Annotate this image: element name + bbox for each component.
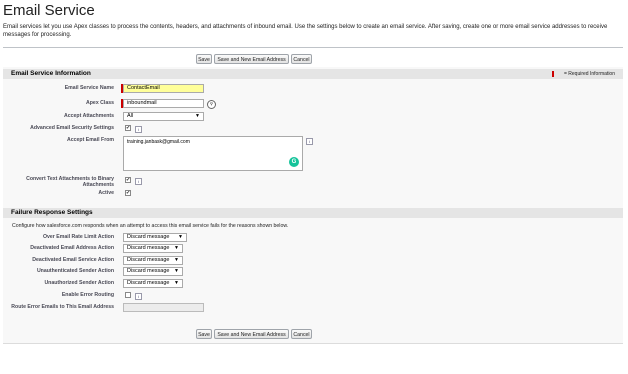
enable-routing-label: Enable Error Routing bbox=[61, 292, 114, 298]
save-and-new-button-bottom[interactable]: Save and New Email Address bbox=[214, 329, 289, 339]
apex-class-label: Apex Class bbox=[86, 100, 114, 106]
convert-attachments-label: Convert Text Attachments to Binary Attac… bbox=[26, 176, 114, 188]
section-header-failure-response: Failure Response Settings bbox=[3, 208, 623, 218]
form-panel bbox=[3, 67, 623, 344]
failure-label: Deactivated Email Address Action bbox=[30, 245, 114, 251]
save-button-bottom[interactable]: Save bbox=[196, 329, 212, 339]
advanced-security-label: Advanced Email Security Settings bbox=[30, 125, 114, 131]
cancel-button-bottom[interactable]: Cancel bbox=[291, 329, 312, 339]
chevron-down-icon: ▼ bbox=[174, 268, 179, 274]
grammarly-icon[interactable]: G bbox=[289, 157, 299, 167]
failure-label: Unauthorized Sender Action bbox=[44, 280, 114, 286]
info-icon: i bbox=[135, 126, 142, 133]
apex-class-input[interactable]: inboundmail bbox=[123, 99, 204, 108]
section-title: Email Service Information bbox=[11, 70, 91, 77]
chevron-down-icon: ▼ bbox=[174, 257, 179, 263]
active-checkbox[interactable]: ✔ bbox=[125, 190, 131, 196]
deactivated-service-select[interactable]: Discard message ▼ bbox=[123, 256, 183, 265]
info-icon: i bbox=[306, 138, 313, 145]
route-to-input bbox=[123, 303, 204, 312]
unauthenticated-sender-select[interactable]: Discard message ▼ bbox=[123, 267, 183, 276]
section-header-service-info: Email Service Information = Required Inf… bbox=[3, 69, 623, 79]
failure-label: Deactivated Email Service Action bbox=[32, 257, 114, 263]
page-title: Email Service bbox=[3, 2, 95, 19]
accept-from-label: Accept Email From bbox=[67, 137, 114, 143]
advanced-security-checkbox[interactable]: ✔ bbox=[125, 125, 131, 131]
info-icon: i bbox=[135, 293, 142, 300]
enable-routing-checkbox[interactable] bbox=[125, 292, 131, 298]
unauthorized-sender-select[interactable]: Discard message ▼ bbox=[123, 279, 183, 288]
save-button-top[interactable]: Save bbox=[196, 54, 212, 64]
accept-attachments-label: Accept Attachments bbox=[64, 113, 114, 119]
chevron-down-icon: ▼ bbox=[178, 234, 183, 240]
active-label: Active bbox=[98, 190, 114, 196]
cancel-button-top[interactable]: Cancel bbox=[291, 54, 312, 64]
accept-attachments-select[interactable]: All ▼ bbox=[123, 112, 204, 121]
lookup-icon[interactable]: ⚲ bbox=[207, 100, 216, 109]
deactivated-address-select[interactable]: Discard message ▼ bbox=[123, 244, 183, 253]
chevron-down-icon: ▼ bbox=[174, 245, 179, 251]
chevron-down-icon: ▼ bbox=[195, 113, 200, 119]
service-name-label: Email Service Name bbox=[64, 85, 114, 91]
failure-label: Over Email Rate Limit Action bbox=[42, 234, 114, 240]
page-description: Email services let you use Apex classes … bbox=[3, 24, 608, 38]
chevron-down-icon: ▼ bbox=[174, 280, 179, 286]
failure-description: Configure how salesforce.com responds wh… bbox=[12, 223, 289, 229]
required-marker-icon bbox=[551, 70, 554, 77]
save-and-new-button-top[interactable]: Save and New Email Address bbox=[214, 54, 289, 64]
service-name-input[interactable]: ContactEmail bbox=[123, 84, 204, 93]
over-rate-limit-select[interactable]: Discard message ▼ bbox=[123, 233, 187, 242]
convert-attachments-checkbox[interactable]: ✔ bbox=[125, 177, 131, 183]
divider bbox=[3, 47, 623, 48]
required-legend: = Required Information bbox=[551, 69, 615, 79]
failure-label: Unauthenticated Sender Action bbox=[36, 268, 114, 274]
route-to-label: Route Error Emails to This Email Address bbox=[11, 304, 114, 310]
accept-from-textarea[interactable]: training.janbask@gmail.com bbox=[123, 136, 303, 171]
info-icon: i bbox=[135, 178, 142, 185]
section-title: Failure Response Settings bbox=[11, 209, 93, 216]
